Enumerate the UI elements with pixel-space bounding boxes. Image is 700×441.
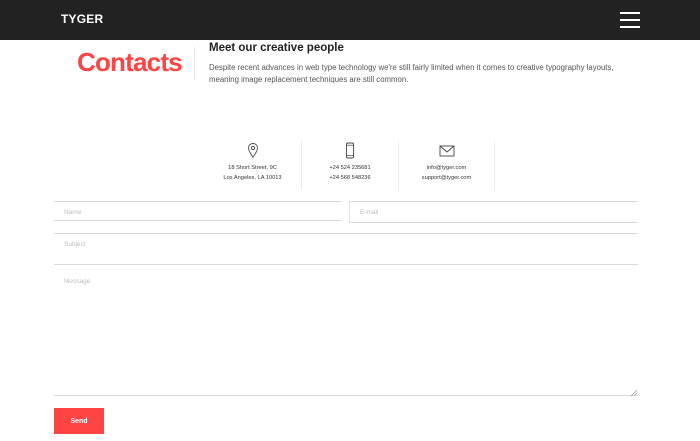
email-link[interactable]: info@tyger.com [399, 163, 494, 173]
site-logo[interactable]: TYGER [61, 12, 103, 26]
email-link[interactable]: support@tyger.com [399, 173, 494, 183]
email-field[interactable] [349, 201, 638, 223]
email-placeholder: E-mail [360, 209, 379, 216]
phone-block: +24 524 235681 +24 568 548236 [301, 140, 398, 190]
name-placeholder: Name [64, 209, 82, 216]
phone-number[interactable]: +24 568 548236 [302, 173, 398, 183]
address-block: 18 Short Street, 9C Los Angeles, LA 1001… [204, 140, 301, 190]
smartphone-icon [346, 142, 354, 159]
address-line: Los Angeles, LA 10013 [223, 175, 282, 181]
resize-handle-icon[interactable] [630, 389, 638, 397]
email-block: info@tyger.com support@tyger.com [398, 140, 495, 190]
title-divider [194, 47, 195, 80]
intro-heading: Meet our creative people [209, 42, 344, 54]
intro-text: Despite recent advances in web type tech… [209, 63, 614, 84]
menu-line [620, 26, 640, 28]
message-field[interactable] [54, 265, 638, 396]
send-button[interactable]: Send [54, 408, 104, 434]
page-title: Contacts [77, 47, 183, 77]
name-field[interactable] [54, 201, 342, 221]
menu-line [620, 12, 640, 14]
menu-line [620, 19, 640, 21]
top-navigation-bar: TYGER [0, 0, 700, 40]
address-line: 18 Short Street, 9C [228, 165, 277, 171]
phone-number[interactable]: +24 524 235681 [302, 163, 398, 173]
map-pin-icon [247, 143, 258, 158]
envelope-icon [439, 145, 454, 157]
message-placeholder: Message [64, 278, 91, 285]
subject-placeholder: Subject [64, 241, 86, 248]
subject-field[interactable] [54, 233, 638, 265]
hamburger-menu-icon[interactable] [620, 11, 640, 28]
